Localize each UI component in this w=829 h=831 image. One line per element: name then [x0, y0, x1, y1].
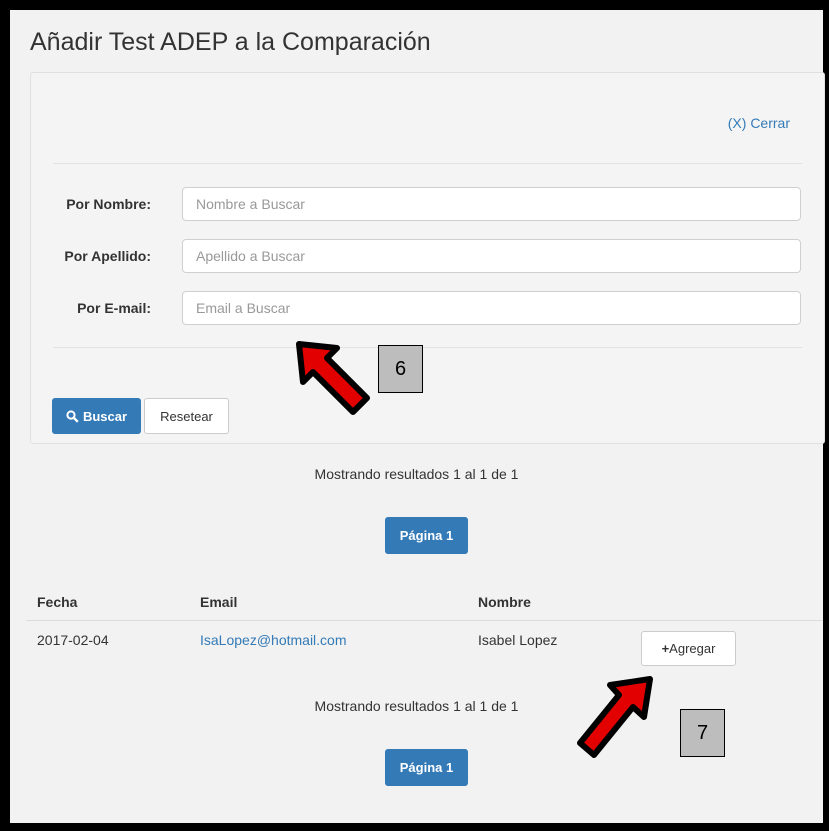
row-nombre: Isabel Lopez	[478, 632, 558, 648]
page-title: Añadir Test ADEP a la Comparación	[30, 28, 431, 56]
modal-frame: Añadir Test ADEP a la Comparación (X) Ce…	[10, 10, 827, 823]
column-header-nombre: Nombre	[478, 594, 531, 610]
surname-label: Por Apellido:	[64, 248, 151, 264]
column-header-email: Email	[200, 594, 238, 610]
search-icon	[66, 409, 79, 423]
annotation-callout-7: 7	[680, 709, 725, 757]
search-button[interactable]: Buscar	[52, 398, 141, 434]
row-fecha: 2017-02-04	[37, 632, 109, 648]
name-search-input[interactable]	[182, 187, 801, 221]
annotation-arrow-6	[296, 341, 370, 415]
reset-button[interactable]: Resetear	[144, 398, 229, 434]
pagination-page-1-top[interactable]: Página 1	[385, 517, 468, 554]
search-panel: (X) Cerrar Por Nombre: Por Apellido: Por…	[30, 72, 825, 444]
annotation-arrow-7	[577, 676, 653, 758]
row-email-link[interactable]: IsaLopez@hotmail.com	[200, 632, 347, 648]
name-label: Por Nombre:	[66, 196, 151, 212]
surname-search-input[interactable]	[182, 239, 801, 273]
email-search-input[interactable]	[182, 291, 801, 325]
results-summary-top: Mostrando resultados 1 al 1 de 1	[314, 466, 519, 482]
search-button-label: Buscar	[82, 408, 128, 424]
annotation-callout-6: 6	[378, 345, 423, 393]
column-header-fecha: Fecha	[37, 594, 78, 610]
table-divider	[26, 620, 823, 621]
divider	[53, 347, 802, 348]
close-link[interactable]: (X) Cerrar	[728, 115, 790, 131]
email-label: Por E-mail:	[77, 300, 151, 316]
add-button-label: Agregar	[669, 641, 716, 656]
add-button[interactable]: +Agregar	[641, 631, 736, 666]
pagination-page-1-bottom[interactable]: Página 1	[385, 749, 468, 786]
divider	[53, 163, 802, 164]
